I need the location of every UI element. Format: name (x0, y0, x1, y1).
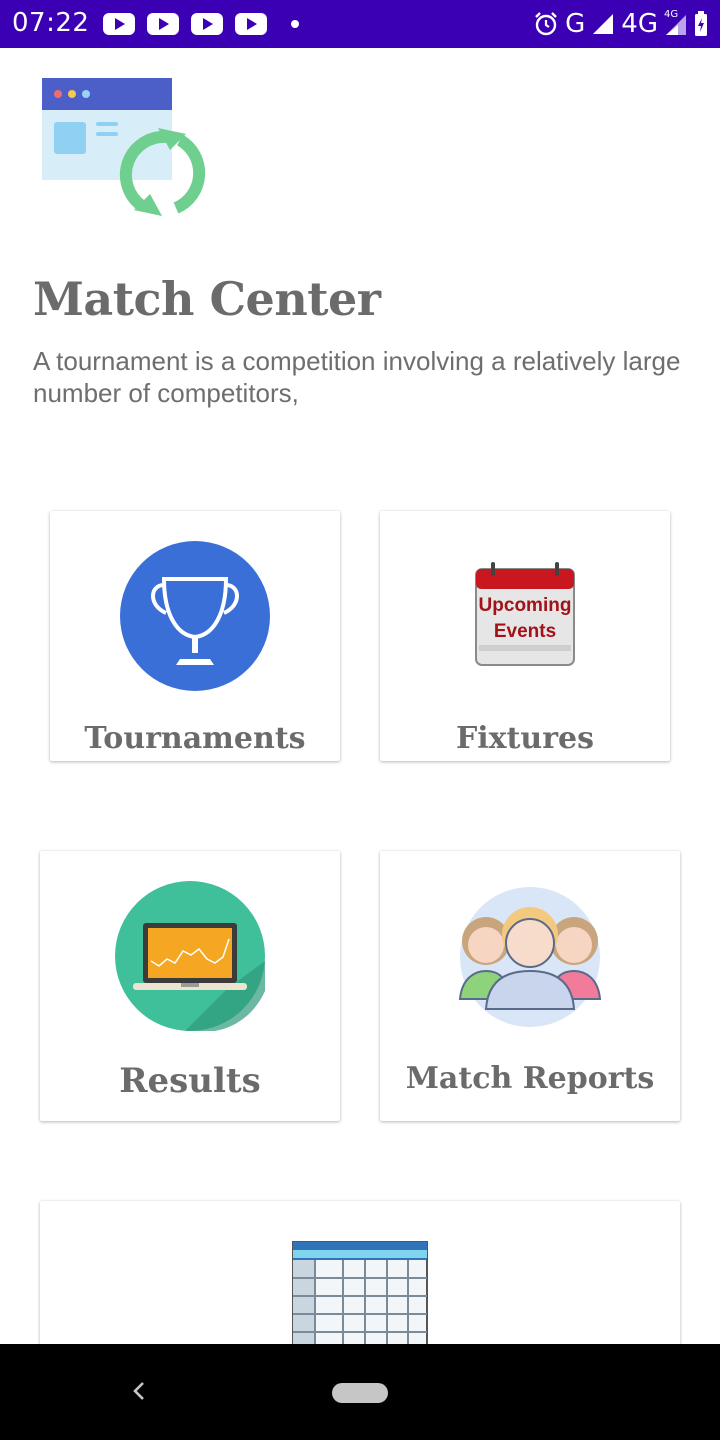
calendar-text-line1: Upcoming (478, 595, 572, 616)
trophy-icon (120, 541, 270, 691)
signal-4g-icon: 4G (664, 9, 688, 37)
notification-dot-icon (291, 20, 299, 28)
match-reports-card[interactable]: Match Reports (380, 851, 680, 1121)
network-4g-label: 4G (621, 9, 658, 39)
youtube-icon (103, 13, 135, 35)
results-label: Results (119, 1061, 261, 1101)
signal-icon (593, 14, 614, 34)
tournaments-label: Tournaments (84, 721, 306, 756)
results-card[interactable]: Results (40, 851, 340, 1121)
calendar-icon: Upcoming Events (475, 561, 575, 667)
tournaments-card[interactable]: Tournaments (50, 511, 340, 761)
people-icon (458, 887, 602, 1027)
app-logo (40, 76, 215, 225)
calendar-text-line2: Events (493, 621, 557, 642)
youtube-icon (235, 13, 267, 35)
fixtures-card[interactable]: Upcoming Events Fixtures (380, 511, 670, 761)
page-title: Match Center (33, 272, 381, 326)
status-indicators: G 4G 4G (533, 8, 708, 40)
table-icon (292, 1241, 428, 1351)
sync-window-icon (42, 78, 206, 216)
battery-icon (695, 11, 707, 36)
page-description: A tournament is a competition involving … (33, 346, 681, 408)
status-bar: 07:22 G 4G 4G (0, 0, 720, 48)
youtube-icon (191, 13, 223, 35)
alarm-icon (535, 12, 557, 36)
status-time: 07:22 (12, 8, 90, 38)
fixtures-label: Fixtures (455, 721, 595, 756)
back-icon[interactable] (128, 1380, 150, 1402)
network-type-label: G (565, 9, 586, 39)
laptop-chart-icon (115, 881, 265, 1031)
match-reports-label: Match Reports (405, 1061, 655, 1096)
youtube-icon (147, 13, 179, 35)
home-button[interactable] (332, 1383, 388, 1403)
